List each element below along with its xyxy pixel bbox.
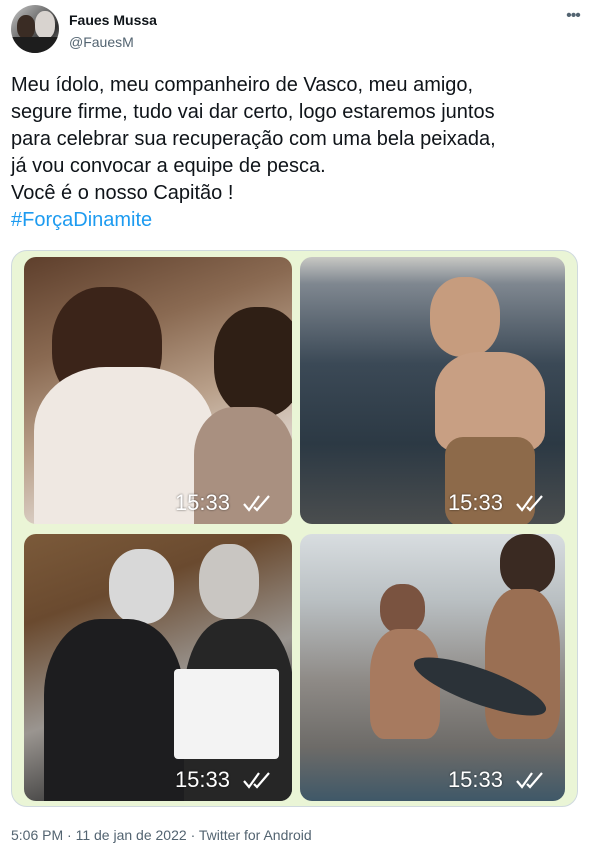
hashtag-link[interactable]: #ForçaDinamite — [11, 207, 581, 234]
separator: · — [67, 827, 72, 843]
photo-4[interactable]: 15:33 — [300, 534, 565, 801]
double-check-icon — [516, 772, 543, 789]
photo-timestamp: 15:33 — [448, 490, 545, 516]
tweet-header: Faues Mussa @FauesM ••• — [11, 5, 586, 55]
tweet-text-line: já vou convocar a equipe de pesca. — [11, 155, 326, 177]
author-info[interactable]: Faues Mussa @FauesM — [69, 11, 157, 51]
author-display-name[interactable]: Faues Mussa — [69, 11, 157, 29]
double-check-icon — [516, 495, 543, 512]
tweet-text-line: Você é o nosso Capitão ! — [11, 182, 234, 204]
separator: · — [190, 827, 196, 843]
media-grid: 15:33 15:33 15:33 15:33 — [11, 250, 578, 807]
photo-2[interactable]: 15:33 — [300, 257, 565, 524]
double-check-icon — [243, 772, 270, 789]
tweet-time-link[interactable]: 5:06 PM — [11, 827, 63, 843]
tweet-text: Meu ídolo, meu companheiro de Vasco, meu… — [11, 72, 581, 234]
tweet-source-link[interactable]: Twitter for Android — [199, 827, 312, 843]
tweet-text-line: para celebrar sua recuperação com uma be… — [11, 128, 496, 150]
tweet-text-line: segure firme, tudo vai dar certo, logo e… — [11, 101, 495, 123]
tweet-metadata: 5:06 PM · 11 de jan de 2022 · Twitter fo… — [11, 825, 312, 845]
timestamp-text: 15:33 — [447, 490, 503, 515]
timestamp-text: 15:33 — [174, 767, 230, 792]
timestamp-text: 15:33 — [447, 767, 503, 792]
tweet-date-link[interactable]: 11 de jan de 2022 — [76, 827, 187, 843]
photo-timestamp: 15:33 — [175, 490, 272, 516]
double-check-icon — [243, 495, 270, 512]
photo-timestamp: 15:33 — [448, 767, 545, 793]
tweet-text-line: Meu ídolo, meu companheiro de Vasco, meu… — [11, 74, 474, 96]
photo-timestamp: 15:33 — [175, 767, 272, 793]
photo-3[interactable]: 15:33 — [24, 534, 292, 801]
avatar[interactable] — [11, 5, 59, 53]
tweet: Faues Mussa @FauesM ••• Meu ídolo, meu c… — [0, 0, 593, 855]
author-handle[interactable]: @FauesM — [69, 33, 157, 51]
timestamp-text: 15:33 — [174, 490, 230, 515]
more-horizontal-icon[interactable]: ••• — [562, 8, 584, 29]
photo-1[interactable]: 15:33 — [24, 257, 292, 524]
